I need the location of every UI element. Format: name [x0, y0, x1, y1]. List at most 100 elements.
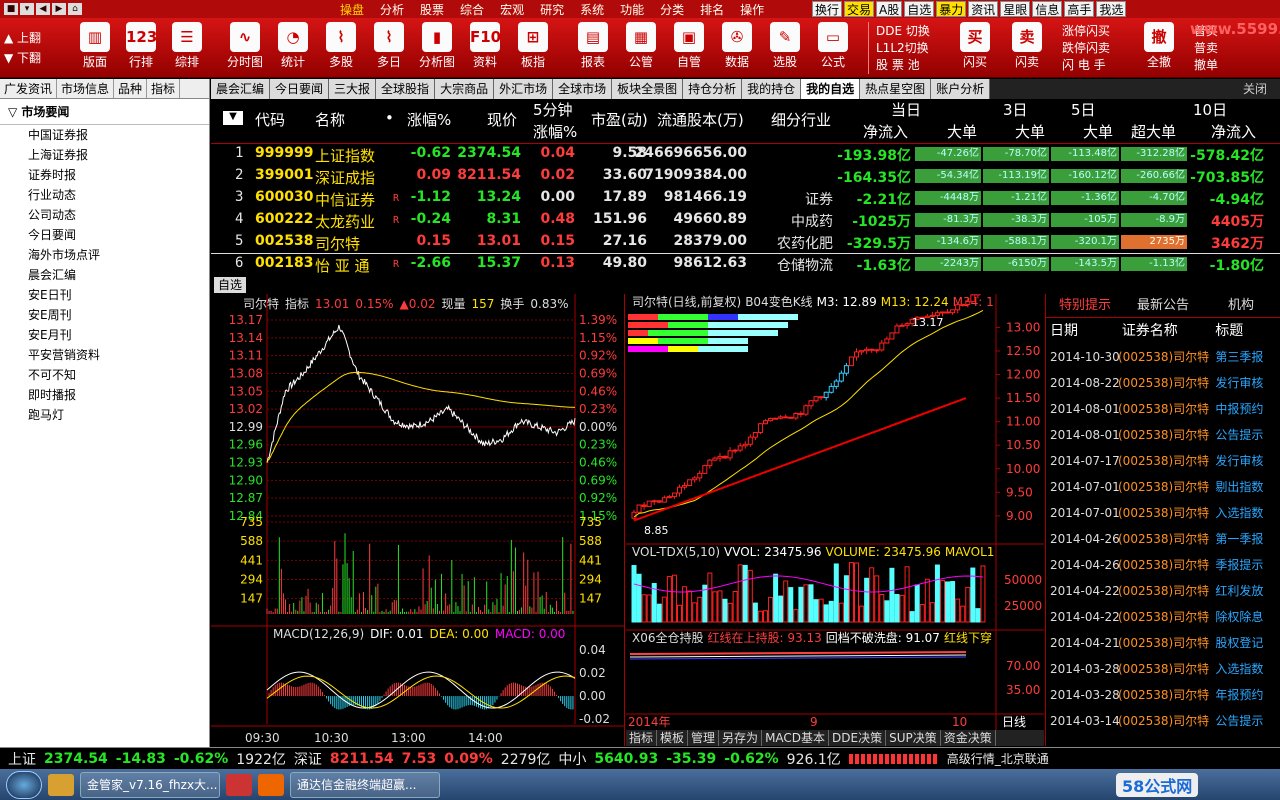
tab-0[interactable]: 晨会汇编 [211, 79, 271, 99]
small3-item-2[interactable]: 撤单 [1194, 56, 1218, 73]
tab-8[interactable]: 持仓分析 [683, 79, 743, 99]
indicator-tab-2[interactable]: 管理 [688, 730, 720, 746]
sidebar-item-10[interactable]: 安E月刊 [0, 325, 209, 345]
back-icon[interactable]: ◀ [36, 3, 50, 15]
tab-7[interactable]: 板块全景图 [612, 79, 684, 99]
forward-icon[interactable]: ▶ [52, 3, 66, 15]
tab-4[interactable]: 大宗商品 [435, 79, 495, 99]
news-title[interactable]: 公告提示 [1215, 708, 1280, 734]
tab-12[interactable]: 账户分析 [931, 79, 991, 99]
small1-item-2[interactable]: 股 票 池 [876, 56, 920, 73]
tab-5[interactable]: 外汇市场 [494, 79, 554, 99]
news-title[interactable]: 年报预约 [1215, 682, 1280, 708]
small2-item-0[interactable]: 涨停闪买 [1062, 22, 1110, 39]
news-row[interactable]: 2014-10-30 (002538)司尔特 第三季报 [1046, 344, 1280, 370]
menu-item-7[interactable]: 功能 [612, 1, 652, 18]
tab-10[interactable]: 我的自选 [801, 79, 861, 99]
menu-item-0[interactable]: 操盘 [332, 1, 372, 18]
sidebar-item-9[interactable]: 安E周刊 [0, 305, 209, 325]
news-tab-1[interactable]: 最新公告 [1124, 294, 1202, 317]
toolbar-button-9[interactable]: ⊞ 板指 [510, 20, 556, 70]
toolbar-button-8[interactable]: F10 资料 [462, 20, 508, 70]
news-title[interactable]: 入选指数 [1215, 500, 1280, 526]
toolbar-button-5[interactable]: ⌇ 多股 [318, 20, 364, 70]
menu-item-10[interactable]: 操作 [732, 1, 772, 18]
news-row[interactable]: 2014-07-01 (002538)司尔特 入选指数 [1046, 500, 1280, 526]
quick-button-8[interactable]: 高手 [1064, 1, 1095, 17]
server-info[interactable]: 高级行情_北京联通 [947, 750, 1049, 767]
news-row[interactable]: 2014-08-01 (002538)司尔特 中报预约 [1046, 396, 1280, 422]
menu-item-4[interactable]: 宏观 [492, 1, 532, 18]
tab-3[interactable]: 全球股指 [376, 79, 436, 99]
header-netflow[interactable]: 净流入 [863, 121, 908, 142]
small2-item-2[interactable]: 闪 电 手 [1062, 56, 1106, 73]
menu-item-9[interactable]: 排名 [692, 1, 732, 18]
fast-sell-button[interactable]: 卖闪卖 [1004, 20, 1050, 70]
header-5min-bottom[interactable]: 涨幅% [533, 121, 577, 142]
sidebar-item-12[interactable]: 不可不知 [0, 365, 209, 385]
news-row[interactable]: 2014-08-22 (002538)司尔特 发行审核 [1046, 370, 1280, 396]
quick-button-7[interactable]: 信息 [1032, 1, 1063, 17]
small2-item-1[interactable]: 跌停闪卖 [1062, 39, 1110, 56]
toolbar-button-1[interactable]: 123 行排 [118, 20, 164, 70]
quick-button-2[interactable]: A股 [876, 1, 903, 17]
menu-item-6[interactable]: 系统 [572, 1, 612, 18]
row-name[interactable]: 中信证券 [315, 189, 375, 210]
news-row[interactable]: 2014-04-22 (002538)司尔特 除权除息 [1046, 604, 1280, 630]
sidebar-title[interactable]: ▽ 市场要闻 [0, 99, 209, 125]
indicator-tab-4[interactable]: MACD基本 [762, 730, 830, 746]
sidebar-item-1[interactable]: 上海证券报 [0, 145, 209, 165]
header-5min-top[interactable]: 5分钟 [533, 99, 573, 120]
toolbar-button-10[interactable]: ▤ 报表 [570, 20, 616, 70]
sidebar-tab-2[interactable]: 品种 [114, 79, 148, 98]
header-float-cap[interactable]: 流通股本(万) [657, 109, 744, 130]
header-big-3d[interactable]: 大单 [1015, 121, 1045, 142]
news-row[interactable]: 2014-04-26 (002538)司尔特 季报提示 [1046, 552, 1280, 578]
menu-item-1[interactable]: 分析 [372, 1, 412, 18]
row-code[interactable]: 600030 [255, 189, 313, 205]
news-row[interactable]: 2014-08-01 (002538)司尔特 公告提示 [1046, 422, 1280, 448]
toolbar-button-11[interactable]: ▦ 公管 [618, 20, 664, 70]
news-title[interactable]: 公告提示 [1215, 422, 1280, 448]
small1-item-1[interactable]: L1L2切换 [876, 39, 929, 56]
close-tab-button[interactable]: 关闭 [1238, 79, 1272, 99]
tab-2[interactable]: 三大报 [329, 79, 377, 99]
sidebar-tab-1[interactable]: 市场信息 [57, 79, 115, 98]
sidebar-item-8[interactable]: 安E日刊 [0, 285, 209, 305]
header-change[interactable]: 涨幅% [407, 109, 451, 130]
news-title[interactable]: 除权除息 [1215, 604, 1280, 630]
toolbar-button-0[interactable]: ▥ 版面 [72, 20, 118, 70]
quick-button-0[interactable]: 换行 [812, 1, 843, 17]
sidebar-item-7[interactable]: 晨会汇编 [0, 265, 209, 285]
indicator-tab-0[interactable]: 指标 [626, 730, 658, 746]
sidebar-item-3[interactable]: 行业动态 [0, 185, 209, 205]
news-row[interactable]: 2014-03-14 (002538)司尔特 公告提示 [1046, 708, 1280, 734]
indicator-tab-3[interactable]: 另存为 [719, 730, 763, 746]
header-big-5d[interactable]: 大单 [1083, 121, 1113, 142]
news-title[interactable]: 股权登记 [1215, 630, 1280, 656]
daily-line-label[interactable]: 日线 [1002, 715, 1026, 729]
indicator-tab-6[interactable]: SUP决策 [886, 730, 941, 746]
row-name[interactable]: 深证成指 [315, 167, 375, 188]
toolbar-button-7[interactable]: ▮ 分析图 [414, 20, 460, 70]
news-title[interactable]: 红利发放 [1215, 578, 1280, 604]
tab-9[interactable]: 我的持仓 [742, 79, 802, 99]
tab-6[interactable]: 全球市场 [553, 79, 613, 99]
toolbar-button-3[interactable]: ∿ 分时图 [222, 20, 268, 70]
news-row[interactable]: 2014-07-17 (002538)司尔特 发行审核 [1046, 448, 1280, 474]
app-icon-orange[interactable] [258, 773, 284, 796]
sidebar-item-11[interactable]: 平安营销资料 [0, 345, 209, 365]
menu-item-5[interactable]: 研究 [532, 1, 572, 18]
small3-item-1[interactable]: 普卖 [1194, 39, 1218, 56]
toolbar-button-13[interactable]: ✇ 数据 [714, 20, 760, 70]
header-netflow-10d[interactable]: 净流入 [1211, 121, 1256, 142]
header-industry[interactable]: 细分行业 [771, 109, 831, 130]
toolbar-button-14[interactable]: ✎ 选股 [762, 20, 808, 70]
row-name[interactable]: 怡 亚 通 [315, 255, 370, 276]
row-code[interactable]: 002538 [255, 233, 313, 249]
sidebar-tab-3[interactable]: 指标 [147, 79, 181, 98]
news-title[interactable]: 入选指数 [1215, 656, 1280, 682]
news-title[interactable]: 第三季报 [1215, 344, 1280, 370]
news-row[interactable]: 2014-04-26 (002538)司尔特 第一季报 [1046, 526, 1280, 552]
row-name[interactable]: 太龙药业 [315, 211, 375, 232]
